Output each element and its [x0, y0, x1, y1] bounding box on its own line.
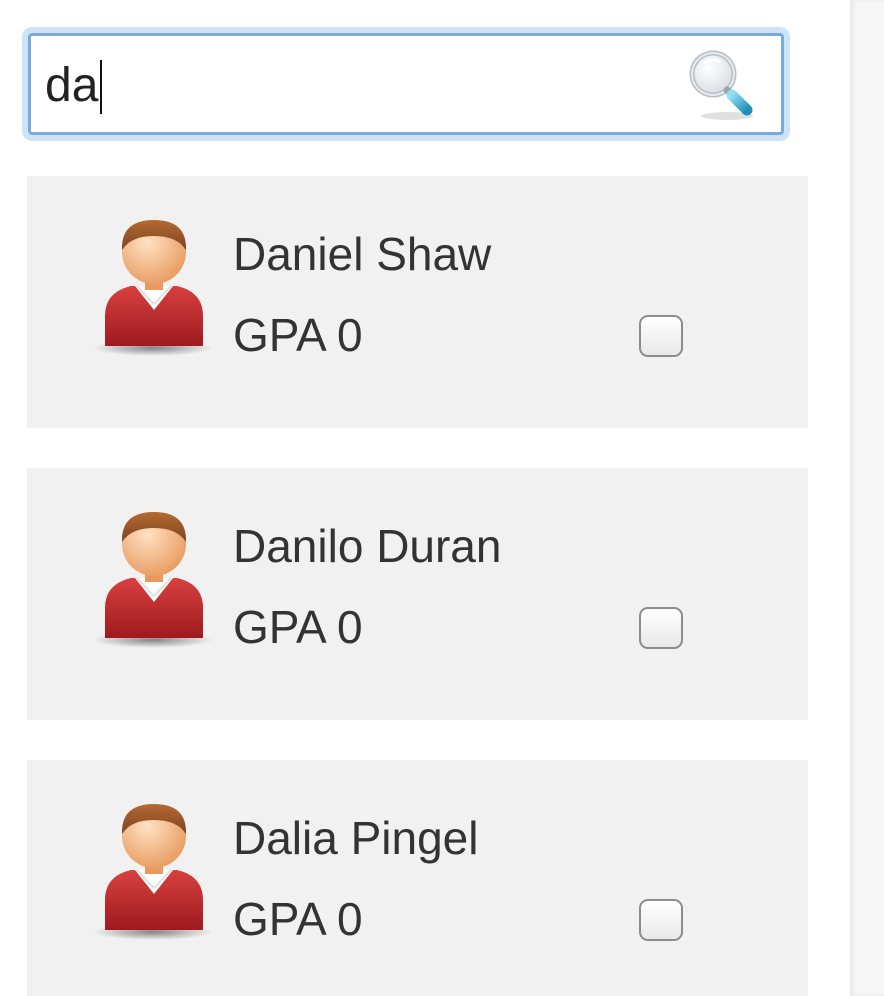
student-card[interactable]: Danilo Duran GPA 0	[27, 468, 808, 720]
student-avatar-icon	[91, 214, 221, 364]
student-name: Dalia Pingel	[233, 812, 479, 864]
search-input[interactable]: da	[28, 33, 784, 135]
search-icon[interactable]	[683, 46, 759, 122]
student-gpa: GPA 0	[233, 309, 363, 361]
text-caret	[100, 60, 102, 114]
student-picker-page: da Daniel Shaw GPA 0 Danilo Duran GPA 0 …	[0, 0, 884, 996]
student-select-checkbox[interactable]	[639, 315, 683, 357]
student-avatar-icon	[91, 798, 221, 948]
student-avatar-icon	[91, 506, 221, 656]
student-select-checkbox[interactable]	[639, 607, 683, 649]
student-select-checkbox[interactable]	[639, 899, 683, 941]
student-gpa: GPA 0	[233, 601, 363, 653]
student-name: Daniel Shaw	[233, 228, 492, 280]
right-panel-edge	[850, 0, 884, 996]
student-card[interactable]: Dalia Pingel GPA 0	[27, 760, 808, 996]
student-name: Danilo Duran	[233, 520, 502, 572]
search-input-value[interactable]: da	[45, 58, 98, 114]
student-card[interactable]: Daniel Shaw GPA 0	[27, 176, 808, 428]
search-box[interactable]: da	[22, 27, 790, 141]
student-gpa: GPA 0	[233, 893, 363, 945]
